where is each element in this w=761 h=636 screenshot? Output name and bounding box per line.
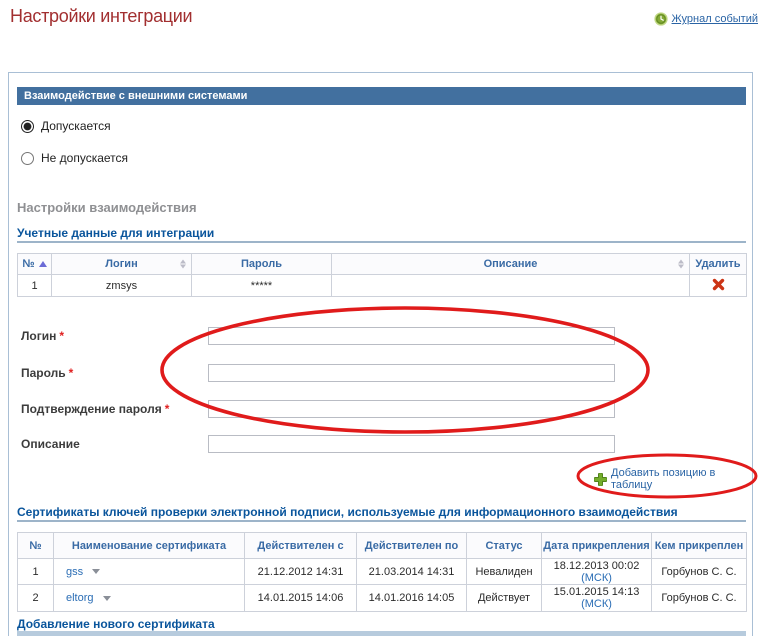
certificates-heading: Сертификаты ключей проверки электронной …	[17, 505, 737, 519]
certificate-name-link[interactable]: eltorg	[66, 592, 94, 604]
login-field-label: Логин*	[21, 329, 64, 343]
password-confirm-form-row: Подтверждение пароля*	[21, 400, 741, 418]
cell-status: Невалиден	[467, 559, 542, 585]
certificates-rule	[17, 520, 746, 522]
col-header-cert-name: Наименование сертификата	[54, 533, 245, 559]
col-header-attach-date: Дата прикрепления	[542, 533, 652, 559]
cell-num: 1	[18, 275, 52, 297]
add-certificate-heading: Добавление нового сертификата	[17, 617, 215, 631]
col-header-status: Статус	[467, 533, 542, 559]
certificate-name-link[interactable]: gss	[66, 566, 83, 578]
col-header-login[interactable]: Логин	[52, 254, 192, 275]
col-header-num[interactable]: №	[18, 254, 52, 275]
cell-valid-from: 14.01.2015 14:06	[245, 585, 357, 612]
bottom-rule	[17, 631, 746, 636]
sort-both-icon	[180, 260, 186, 269]
credentials-heading: Учетные данные для интеграции	[17, 226, 214, 240]
add-row-link[interactable]: Добавить позицию в таблицу	[594, 467, 752, 491]
col-header-valid-from: Действителен с	[245, 533, 357, 559]
password-field[interactable]	[208, 364, 615, 382]
password-field-label: Пароль*	[21, 366, 73, 380]
sort-both-icon	[678, 260, 684, 269]
credentials-table: № Логин Пароль Описание Удалить 1	[17, 253, 747, 297]
login-form-row: Логин*	[21, 327, 741, 345]
description-field-label: Описание	[21, 437, 80, 451]
external-systems-section-header: Взаимодействие с внешними системами	[17, 87, 746, 105]
radio-allowed-label: Допускается	[41, 119, 111, 133]
radio-allowed-input[interactable]	[21, 120, 34, 133]
page: Настройки интеграции Журнал событий Взаи…	[0, 0, 761, 636]
msk-timezone-link[interactable]: (МСК)	[581, 598, 612, 610]
cell-attached-by: Горбунов С. С.	[652, 559, 747, 585]
event-log-clock-icon	[654, 12, 668, 26]
credentials-rule	[17, 241, 746, 243]
description-field[interactable]	[208, 435, 615, 453]
col-header-valid-to: Действителен по	[357, 533, 467, 559]
integration-panel: Взаимодействие с внешними системами Допу…	[8, 72, 753, 636]
certificate-row: 2 eltorg 14.01.2015 14:06 14.01.2016 14:…	[18, 585, 747, 612]
radio-option-not-allowed[interactable]: Не допускается	[21, 151, 128, 165]
certificate-row: 1 gss 21.12.2012 14:31 21.03.2014 14:31 …	[18, 559, 747, 585]
cell-password: *****	[192, 275, 332, 297]
col-header-description[interactable]: Описание	[332, 254, 690, 275]
cell-attach-date: 15.01.2015 14:13 (МСК)	[542, 585, 652, 612]
settings-heading: Настройки взаимодействия	[17, 200, 197, 215]
certificates-header-row: № Наименование сертификата Действителен …	[18, 533, 747, 559]
cell-attached-by: Горбунов С. С.	[652, 585, 747, 612]
required-asterisk: *	[165, 402, 170, 416]
radio-option-allowed[interactable]: Допускается	[21, 119, 111, 133]
cell-valid-from: 21.12.2012 14:31	[245, 559, 357, 585]
required-asterisk: *	[59, 329, 64, 343]
certificates-table: № Наименование сертификата Действителен …	[17, 532, 747, 612]
login-field[interactable]	[208, 327, 615, 345]
col-header-delete: Удалить	[690, 254, 747, 275]
delete-icon[interactable]	[712, 278, 725, 291]
cell-valid-to: 14.01.2016 14:05	[357, 585, 467, 612]
description-form-row: Описание	[21, 435, 741, 453]
radio-not-allowed-label: Не допускается	[41, 151, 128, 165]
credentials-header-row: № Логин Пароль Описание Удалить	[18, 254, 747, 275]
add-row-link-label: Добавить позицию в таблицу	[611, 467, 752, 491]
cell-status: Действует	[467, 585, 542, 612]
page-title: Настройки интеграции	[10, 6, 192, 27]
cell-num: 2	[18, 585, 54, 612]
required-asterisk: *	[69, 366, 74, 380]
cell-num: 1	[18, 559, 54, 585]
radio-not-allowed-input[interactable]	[21, 152, 34, 165]
cell-description	[332, 275, 690, 297]
col-header-num: №	[18, 533, 54, 559]
col-header-password: Пароль	[192, 254, 332, 275]
msk-timezone-link[interactable]: (МСК)	[581, 572, 612, 584]
password-form-row: Пароль*	[21, 364, 741, 382]
col-header-attached-by: Кем прикреплен	[652, 533, 747, 559]
password-confirm-field-label: Подтверждение пароля*	[21, 402, 169, 416]
journal-link-label: Журнал событий	[672, 13, 758, 25]
password-confirm-field[interactable]	[208, 400, 615, 418]
cell-login: zmsys	[52, 275, 192, 297]
chevron-down-icon[interactable]	[103, 596, 111, 601]
chevron-down-icon[interactable]	[92, 569, 100, 574]
credentials-row: 1 zmsys *****	[18, 275, 747, 297]
add-plus-icon	[594, 473, 607, 486]
cell-valid-to: 21.03.2014 14:31	[357, 559, 467, 585]
journal-link[interactable]: Журнал событий	[654, 12, 758, 26]
sort-asc-icon	[39, 261, 47, 267]
cell-attach-date: 18.12.2013 00:02 (МСК)	[542, 559, 652, 585]
